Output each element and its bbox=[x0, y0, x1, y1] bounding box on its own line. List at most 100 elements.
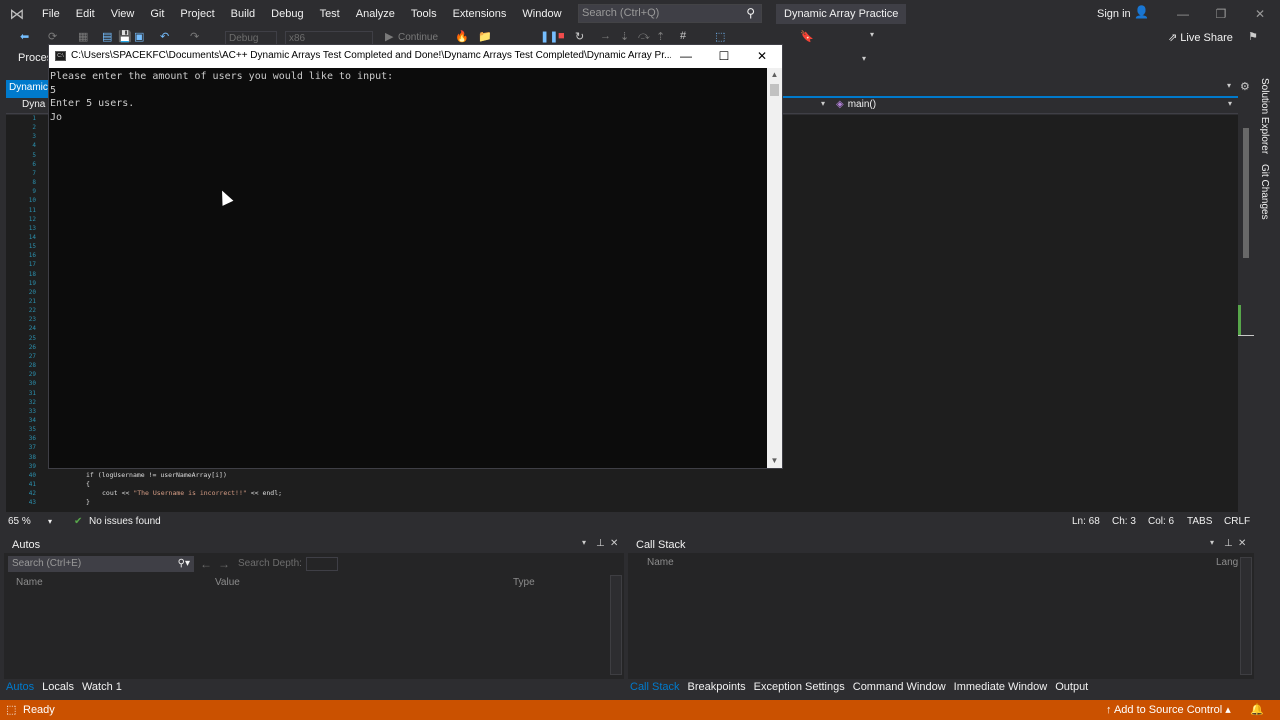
editor-scroll-thumb[interactable] bbox=[1243, 128, 1249, 258]
call-stack-scroll-thumb[interactable] bbox=[1240, 557, 1252, 675]
menu-tools[interactable]: Tools bbox=[403, 0, 445, 28]
back-icon[interactable]: ⬅ bbox=[20, 30, 29, 43]
step-out-icon[interactable]: ⇡ bbox=[656, 30, 665, 43]
menu-test[interactable]: Test bbox=[312, 0, 348, 28]
continue-label[interactable]: Continue bbox=[398, 32, 438, 43]
close-icon[interactable]: ✕ bbox=[1240, 0, 1280, 28]
nav-member-chevron-icon[interactable]: ▾ bbox=[1228, 99, 1232, 108]
hot-reload-icon[interactable]: 🔥 bbox=[455, 30, 469, 43]
open-icon[interactable]: ▤ bbox=[102, 30, 112, 43]
notification-bell-icon[interactable]: 🔔 bbox=[1250, 700, 1264, 720]
menu-extensions[interactable]: Extensions bbox=[445, 0, 515, 28]
menu-debug[interactable]: Debug bbox=[263, 0, 311, 28]
folder-icon[interactable]: 📁 bbox=[478, 30, 492, 43]
autos-search-input[interactable]: Search (Ctrl+E) ⚲▾ bbox=[8, 556, 194, 572]
zoom-chevron-icon[interactable]: ▾ bbox=[48, 513, 52, 530]
save-icon[interactable]: 💾 bbox=[118, 30, 132, 43]
undo-icon[interactable]: ↶ bbox=[160, 30, 169, 43]
solution-name-badge[interactable]: Dynamic Array Practice bbox=[776, 4, 907, 24]
save-all-icon[interactable]: ▣ bbox=[134, 30, 144, 43]
gear-icon[interactable]: ⚙ bbox=[1240, 80, 1250, 93]
column-value[interactable]: Value bbox=[215, 577, 240, 588]
editor-tab-active[interactable]: Dynamic bbox=[6, 80, 52, 96]
menu-window[interactable]: Window bbox=[514, 0, 569, 28]
tab-locals[interactable]: Locals bbox=[42, 680, 74, 694]
console-scrollbar[interactable]: ▲ ▼ bbox=[767, 68, 782, 468]
console-output[interactable]: Please enter the amount of users you wou… bbox=[49, 68, 767, 468]
show-next-statement-icon[interactable]: → bbox=[600, 30, 611, 42]
autos-dropdown-icon[interactable]: ▾ bbox=[582, 538, 586, 547]
tab-autos[interactable]: Autos bbox=[6, 680, 34, 694]
console-scroll-up-icon[interactable]: ▲ bbox=[767, 68, 782, 82]
tab-exception-settings[interactable]: Exception Settings bbox=[754, 680, 845, 694]
console-title-bar[interactable]: C:\ C:\Users\SPACEKFC\Documents\AC++ Dyn… bbox=[49, 45, 782, 68]
line-ending[interactable]: CRLF bbox=[1224, 513, 1250, 530]
console-minimize-icon[interactable]: — bbox=[667, 45, 705, 68]
menu-file[interactable]: File bbox=[34, 0, 68, 28]
search-depth-select[interactable] bbox=[306, 557, 338, 571]
call-stack-close-icon[interactable]: ✕ bbox=[1238, 538, 1246, 549]
add-to-source-control-button[interactable]: ↑ Add to Source Control ▴ bbox=[1106, 700, 1231, 720]
nav-project-dropdown[interactable]: Dyna bbox=[22, 99, 45, 110]
autos-scrollbar[interactable] bbox=[610, 575, 622, 675]
stop-icon[interactable]: ■ bbox=[558, 30, 565, 42]
nav-scope-chevron-icon[interactable]: ▾ bbox=[821, 99, 825, 108]
tab-list-dropdown-icon[interactable]: ▾ bbox=[1227, 81, 1231, 90]
console-maximize-icon[interactable]: ☐ bbox=[705, 45, 743, 68]
search-forward-icon[interactable]: → bbox=[218, 556, 230, 572]
char-indicator[interactable]: Ch: 3 bbox=[1112, 513, 1136, 530]
nav-member-dropdown[interactable]: ◈ main() bbox=[836, 99, 876, 110]
forward-icon[interactable]: ⟳ bbox=[48, 30, 57, 43]
console-window[interactable]: C:\ C:\Users\SPACEKFC\Documents\AC++ Dyn… bbox=[48, 44, 783, 469]
call-stack-scrollbar[interactable] bbox=[1240, 557, 1252, 675]
call-stack-column-lang[interactable]: Lang bbox=[1216, 557, 1238, 568]
git-changes-tab[interactable]: Git Changes bbox=[1259, 164, 1270, 220]
zoom-level[interactable]: 65 % bbox=[8, 513, 31, 530]
bookmark-icon[interactable]: 🔖 bbox=[800, 30, 814, 43]
search-back-icon[interactable]: ← bbox=[200, 556, 212, 572]
redo-icon[interactable]: ↷ bbox=[190, 30, 199, 43]
pin-icon[interactable]: ⊥ bbox=[596, 538, 605, 549]
call-stack-column-name[interactable]: Name bbox=[647, 557, 674, 568]
menu-git[interactable]: Git bbox=[142, 0, 172, 28]
diagnostic-icon[interactable]: ⬚ bbox=[715, 30, 725, 43]
autos-scroll-thumb[interactable] bbox=[610, 575, 622, 675]
live-share-button[interactable]: ⇗ Live Share bbox=[1168, 31, 1233, 44]
console-close-icon[interactable]: ✕ bbox=[743, 45, 781, 68]
column-type[interactable]: Type bbox=[513, 577, 535, 588]
tab-call-stack[interactable]: Call Stack bbox=[630, 680, 680, 694]
indent-mode[interactable]: TABS bbox=[1187, 513, 1212, 530]
step-over-icon[interactable]: ⤼ bbox=[638, 30, 650, 43]
hash-icon[interactable]: # bbox=[680, 30, 686, 42]
menu-build[interactable]: Build bbox=[223, 0, 263, 28]
line-indicator[interactable]: Ln: 68 bbox=[1072, 513, 1100, 530]
column-name[interactable]: Name bbox=[16, 577, 43, 588]
menu-view[interactable]: View bbox=[103, 0, 143, 28]
call-stack-dropdown-icon[interactable]: ▾ bbox=[1210, 538, 1214, 547]
toolbar-overflow-icon[interactable]: ▾ bbox=[870, 30, 874, 39]
feedback-icon[interactable]: ⚑ bbox=[1248, 30, 1258, 43]
tab-breakpoints[interactable]: Breakpoints bbox=[688, 680, 746, 694]
menu-project[interactable]: Project bbox=[172, 0, 222, 28]
column-indicator[interactable]: Col: 6 bbox=[1148, 513, 1174, 530]
console-scroll-thumb[interactable] bbox=[770, 84, 779, 96]
console-scroll-down-icon[interactable]: ▼ bbox=[767, 454, 782, 468]
tab-output[interactable]: Output bbox=[1055, 680, 1088, 694]
quick-search-input[interactable]: Search (Ctrl+Q) ⚲ bbox=[578, 4, 762, 23]
solution-explorer-tab[interactable]: Solution Explorer bbox=[1259, 78, 1270, 154]
minimize-icon[interactable]: — bbox=[1163, 0, 1203, 28]
call-stack-pin-icon[interactable]: ⊥ bbox=[1224, 538, 1233, 549]
tab-immediate-window[interactable]: Immediate Window bbox=[954, 680, 1048, 694]
toolbar-overflow-icon-2[interactable]: ▾ bbox=[862, 54, 866, 63]
visual-studio-logo-icon[interactable]: ⋈ bbox=[0, 0, 34, 28]
continue-icon[interactable]: ▶ bbox=[385, 30, 393, 43]
pause-icon[interactable]: ❚❚ bbox=[540, 30, 558, 43]
user-icon[interactable]: 👤 bbox=[1134, 5, 1149, 19]
tab-command-window[interactable]: Command Window bbox=[853, 680, 946, 694]
tab-watch-1[interactable]: Watch 1 bbox=[82, 680, 122, 694]
menu-analyze[interactable]: Analyze bbox=[348, 0, 403, 28]
maximize-icon[interactable]: ❐ bbox=[1201, 0, 1241, 28]
issues-status[interactable]: No issues found bbox=[89, 513, 161, 530]
new-item-icon[interactable]: ▦ bbox=[78, 30, 88, 43]
menu-edit[interactable]: Edit bbox=[68, 0, 103, 28]
